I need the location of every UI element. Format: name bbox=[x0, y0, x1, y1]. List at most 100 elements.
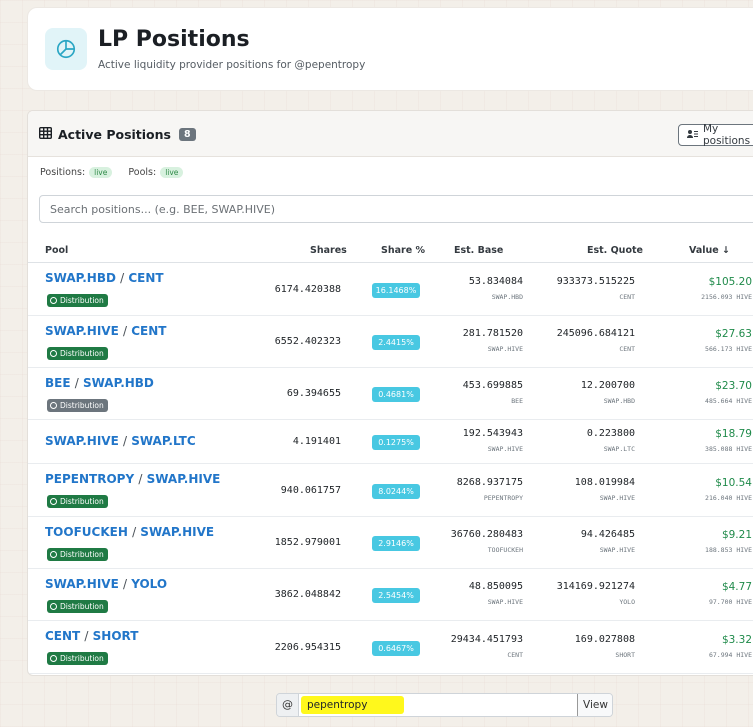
table-row[interactable]: SWAP.HIVE / CENT Distribution 6552.402323 2… bbox=[28, 316, 753, 368]
pool-name[interactable]: BEE / SWAP.HBD bbox=[45, 376, 154, 390]
username-input[interactable] bbox=[299, 694, 577, 716]
shares-value: 69.394655 bbox=[286, 388, 341, 399]
shares-value: 6174.420388 bbox=[274, 284, 341, 295]
pool-quote-link[interactable]: SWAP.HIVE bbox=[140, 525, 214, 539]
value-hive: 67.994 HIVE bbox=[708, 651, 752, 659]
table-row[interactable]: CENT / SHORT Distribution 2206.954315 0.646… bbox=[28, 621, 753, 674]
pool-base-link[interactable]: CENT bbox=[45, 629, 80, 643]
est-quote-symbol: SWAP.LTC bbox=[603, 445, 635, 453]
pools-status-label: Pools: bbox=[128, 167, 157, 178]
pool-quote-link[interactable]: SHORT bbox=[93, 629, 139, 643]
est-base-value: 29434.451793 bbox=[450, 634, 523, 645]
pool-base-link[interactable]: SWAP.HIVE bbox=[45, 434, 119, 448]
table-row[interactable]: TOOFUCKEH / SWAP.HIVE Distribution 1852.97… bbox=[28, 517, 753, 569]
pool-base-link[interactable]: TOOFUCKEH bbox=[45, 525, 128, 539]
value-hive: 216.040 HIVE bbox=[705, 494, 752, 502]
pool-base-link[interactable]: BEE bbox=[45, 376, 71, 390]
est-quote-value: 314169.921274 bbox=[556, 581, 635, 592]
est-base-value: 192.543943 bbox=[462, 428, 523, 439]
pool-base-link[interactable]: SWAP.HIVE bbox=[45, 577, 119, 591]
pool-base-link[interactable]: SWAP.HIVE bbox=[45, 324, 119, 338]
distribution-badge: Distribution bbox=[47, 399, 108, 412]
distribution-badge: Distribution bbox=[47, 548, 108, 561]
pool-name[interactable]: PEPENTROPY / SWAP.HIVE bbox=[45, 472, 220, 486]
col-value[interactable]: Value ↓ bbox=[689, 245, 730, 256]
my-positions-button[interactable]: My positions bbox=[678, 123, 753, 147]
value-hive: 385.088 HIVE bbox=[705, 445, 752, 453]
pool-quote-link[interactable]: CENT bbox=[128, 271, 163, 285]
distribution-icon bbox=[50, 297, 57, 304]
est-base-symbol: BEE bbox=[511, 397, 523, 405]
table-row[interactable]: SWAP.HBD / CENT Distribution 6174.420388 16… bbox=[28, 263, 753, 316]
pool-name[interactable]: TOOFUCKEH / SWAP.HIVE bbox=[45, 525, 214, 539]
view-button[interactable]: View bbox=[577, 694, 612, 716]
col-pool[interactable]: Pool bbox=[45, 245, 68, 256]
distribution-badge: Distribution bbox=[47, 652, 108, 665]
pool-name[interactable]: SWAP.HIVE / YOLO bbox=[45, 577, 167, 591]
value-hive: 485.664 HIVE bbox=[705, 397, 752, 405]
est-quote-value: 12.200700 bbox=[580, 380, 635, 391]
col-share-pct[interactable]: Share % bbox=[381, 245, 425, 256]
est-quote-value: 94.426485 bbox=[580, 529, 635, 540]
col-est-base[interactable]: Est. Base bbox=[454, 245, 503, 256]
est-quote-symbol: CENT bbox=[619, 293, 635, 301]
value-hive: 97.700 HIVE bbox=[708, 598, 752, 606]
share-pct-badge: 8.0244% bbox=[372, 484, 420, 499]
value-usd: $23.70 bbox=[715, 380, 752, 392]
at-prefix: @ bbox=[277, 694, 299, 716]
shares-value: 3862.048842 bbox=[274, 589, 341, 600]
table-header: Pool Shares Share % Est. Base Est. Quote… bbox=[28, 237, 753, 263]
est-base-value: 281.781520 bbox=[462, 328, 523, 339]
card-title-text: Active Positions bbox=[58, 127, 171, 142]
col-est-quote[interactable]: Est. Quote bbox=[587, 245, 643, 256]
distribution-label: Distribution bbox=[60, 349, 104, 358]
est-quote-value: 0.223800 bbox=[586, 428, 635, 439]
est-quote-symbol: SHORT bbox=[615, 651, 635, 659]
pool-name[interactable]: SWAP.HIVE / SWAP.LTC bbox=[45, 434, 196, 448]
positions-live-badge: live bbox=[89, 167, 113, 178]
pool-quote-link[interactable]: SWAP.LTC bbox=[131, 434, 195, 448]
value-usd: $9.21 bbox=[721, 529, 752, 541]
pool-base-link[interactable]: SWAP.HBD bbox=[45, 271, 116, 285]
pool-name[interactable]: SWAP.HBD / CENT bbox=[45, 271, 164, 285]
pool-quote-link[interactable]: YOLO bbox=[131, 577, 167, 591]
pool-quote-link[interactable]: CENT bbox=[131, 324, 166, 338]
shares-value: 1852.979001 bbox=[274, 537, 341, 548]
shares-value: 6552.402323 bbox=[274, 336, 341, 347]
value-usd: $18.79 bbox=[715, 428, 752, 440]
pool-name[interactable]: SWAP.HIVE / CENT bbox=[45, 324, 166, 338]
shares-value: 2206.954315 bbox=[274, 642, 341, 653]
share-pct-badge: 2.9146% bbox=[372, 536, 420, 551]
pool-quote-link[interactable]: SWAP.HBD bbox=[83, 376, 154, 390]
distribution-badge: Distribution bbox=[47, 294, 108, 307]
table-row[interactable]: BEE / SWAP.HBD Distribution 69.394655 0.468… bbox=[28, 368, 753, 420]
table-icon bbox=[38, 126, 53, 142]
value-hive: 566.173 HIVE bbox=[705, 345, 752, 353]
est-quote-symbol: YOLO bbox=[619, 598, 635, 606]
table-row[interactable]: SWAP.HIVE / YOLO Distribution 3862.048842 2… bbox=[28, 569, 753, 621]
est-base-symbol: SWAP.HBD bbox=[491, 293, 523, 301]
table-row[interactable]: PEPENTROPY / SWAP.HIVE Distribution 940.06… bbox=[28, 464, 753, 517]
share-pct-badge: 0.4681% bbox=[372, 387, 420, 402]
header-card: LP Positions Active liquidity provider p… bbox=[27, 7, 753, 91]
search-input[interactable] bbox=[39, 195, 753, 223]
col-shares[interactable]: Shares bbox=[310, 245, 347, 256]
pool-quote-link[interactable]: SWAP.HIVE bbox=[147, 472, 221, 486]
est-quote-symbol: CENT bbox=[619, 345, 635, 353]
est-quote-value: 245096.684121 bbox=[556, 328, 635, 339]
pools-live-badge: live bbox=[160, 167, 184, 178]
positions-card: Active Positions 8 My positions Position… bbox=[27, 110, 753, 676]
pool-base-link[interactable]: PEPENTROPY bbox=[45, 472, 134, 486]
distribution-badge: Distribution bbox=[47, 495, 108, 508]
user-list-icon bbox=[687, 129, 698, 142]
username-bar: @ View bbox=[276, 693, 613, 717]
share-pct-badge: 2.4415% bbox=[372, 335, 420, 350]
distribution-icon bbox=[50, 603, 57, 610]
table-row[interactable]: SWAP.HIVE / SWAP.LTC 4.191401 0.1275% 192.5… bbox=[28, 420, 753, 464]
est-quote-value: 108.019984 bbox=[574, 477, 635, 488]
status-row: Positions: live Pools: live bbox=[40, 167, 195, 178]
pool-name[interactable]: CENT / SHORT bbox=[45, 629, 138, 643]
count-badge: 8 bbox=[178, 128, 196, 141]
share-pct-badge: 2.5454% bbox=[372, 588, 420, 603]
distribution-badge: Distribution bbox=[47, 600, 108, 613]
